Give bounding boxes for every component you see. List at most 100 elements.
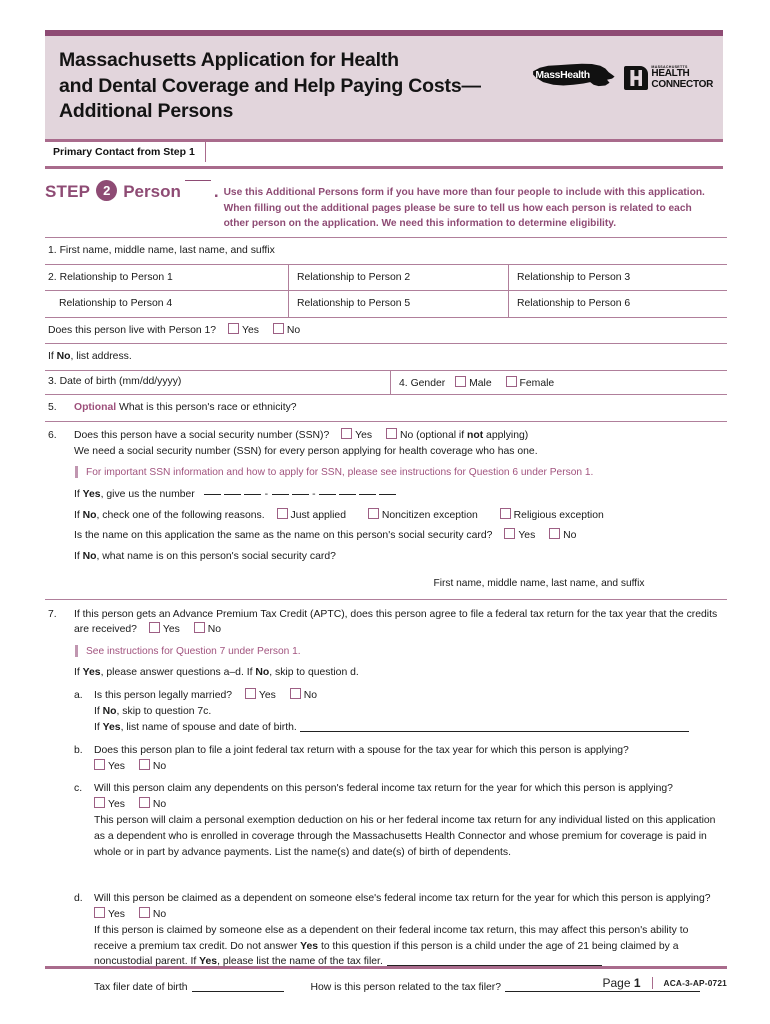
married-yes-option[interactable]: Yes — [243, 688, 276, 704]
question-5-row[interactable]: 5. Optional What is this person's race o… — [45, 395, 727, 422]
dependents-list-input[interactable] — [94, 860, 724, 874]
claimed-dependent-no-label: No — [152, 909, 167, 921]
ssn-digit[interactable] — [271, 493, 289, 495]
dependents-yes-option[interactable]: Yes — [94, 797, 125, 813]
relationship-person-6-label: Relationship to Person 6 — [517, 298, 631, 310]
live-with-no-option[interactable]: No — [271, 322, 300, 339]
joint-return-yes-checkbox[interactable] — [94, 758, 105, 770]
step-period: . — [213, 182, 219, 201]
married-no-option[interactable]: No — [288, 688, 317, 704]
ssn-same-name-no-checkbox[interactable] — [549, 528, 561, 540]
ssn-no-option[interactable]: No (optional if not applying) — [384, 427, 528, 444]
ssn-if-yes-row: If Yes, give us the number -- — [74, 487, 724, 503]
claimed-dependent-detail: If this person is claimed by someone els… — [94, 923, 724, 970]
ssn-same-name-yes-option[interactable]: Yes — [502, 528, 535, 544]
ssn-if-no-row: If No, check one of the following reason… — [74, 507, 724, 524]
relationship-person-6-cell[interactable]: Relationship to Person 6 — [508, 291, 727, 317]
question-1-row[interactable]: 1. First name, middle name, last name, a… — [45, 237, 727, 265]
date-of-birth-cell[interactable]: 3. Date of birth (mm/dd/yyyy) — [45, 371, 390, 394]
aptc-yes-checkbox[interactable] — [148, 622, 160, 634]
gender-male-checkbox[interactable] — [455, 376, 467, 388]
relationship-person-5-cell[interactable]: Relationship to Person 5 — [288, 291, 508, 317]
live-with-yes-label: Yes — [241, 324, 259, 336]
ssn-yes-checkbox[interactable] — [341, 427, 353, 439]
dependents-detail: This person will claim a personal exempt… — [94, 814, 716, 858]
ssn-reason-just-applied-checkbox[interactable] — [276, 507, 288, 519]
question-5-number: 5. — [48, 402, 57, 414]
ssn-digit[interactable] — [339, 493, 357, 495]
tax-filer-relation-input[interactable] — [505, 991, 701, 993]
ssn-number-input[interactable]: -- — [203, 487, 398, 503]
ssn-same-name-no-option[interactable]: No — [547, 528, 576, 544]
relationship-person-2-cell[interactable]: Relationship to Person 2 — [288, 264, 508, 291]
masshealth-logo-text: MassHealth — [535, 69, 590, 81]
married-yes-checkbox[interactable] — [244, 688, 256, 700]
ssn-digit[interactable] — [224, 493, 242, 495]
aptc-yes-option[interactable]: Yes — [147, 622, 180, 638]
ssn-same-name-yes-checkbox[interactable] — [504, 528, 516, 540]
ssn-reason-noncitizen-option[interactable]: Noncitizen exception — [366, 507, 478, 524]
dependents-yes-checkbox[interactable] — [94, 797, 105, 809]
question-1-number: 1. — [48, 245, 57, 256]
question-7c-letter: c. — [74, 783, 83, 795]
question-4-number: 4. — [399, 378, 408, 390]
live-with-person-1-row: Does this person live with Person 1? Yes… — [45, 318, 727, 345]
joint-return-no-checkbox[interactable] — [138, 758, 150, 770]
person-number-input[interactable] — [184, 180, 211, 181]
ssn-digit[interactable] — [379, 493, 397, 495]
aptc-question: If this person gets an Advance Premium T… — [74, 607, 724, 639]
married-no-checkbox[interactable] — [289, 688, 301, 700]
ssn-subtext: We need a social security number (SSN) f… — [74, 445, 538, 457]
married-yes-label: Yes — [258, 690, 276, 702]
claimed-dependent-yes-checkbox[interactable] — [94, 907, 105, 919]
tax-filer-dob-input[interactable] — [191, 991, 284, 993]
gender-male-option[interactable]: Male — [453, 376, 492, 389]
ssn-if-yes-label: If Yes, give us the number — [74, 488, 195, 500]
relationship-person-2-label: Relationship to Person 2 — [297, 271, 411, 283]
ssn-digit[interactable] — [319, 493, 337, 495]
live-with-no-checkbox[interactable] — [272, 322, 284, 334]
header-band: Massachusetts Application for Health and… — [45, 36, 723, 140]
person-label: Person — [123, 182, 181, 201]
relationship-person-4-cell[interactable]: Relationship to Person 4 — [45, 291, 288, 317]
joint-return-no-option[interactable]: No — [137, 758, 166, 775]
claimed-dependent-no-option[interactable]: No — [137, 907, 166, 923]
question-5-label: What is this person's race or ethnicity? — [119, 402, 297, 414]
spouse-name-dob-input[interactable] — [299, 730, 689, 732]
joint-return-question: Does this person plan to file a joint fe… — [94, 744, 629, 756]
address-row[interactable]: If No, list address. — [45, 344, 727, 372]
aptc-no-option[interactable]: No — [192, 622, 221, 638]
relationship-person-1-cell[interactable]: 2. Relationship to Person 1 — [45, 265, 288, 291]
dependents-no-option[interactable]: No — [137, 797, 166, 813]
ssn-digit[interactable] — [244, 493, 262, 495]
masshealth-logo: MassHealth — [531, 60, 615, 96]
primary-contact-label: Primary Contact from Step 1 — [45, 142, 206, 163]
ssn-digit[interactable] — [291, 493, 309, 495]
primary-contact-row[interactable]: Primary Contact from Step 1 — [45, 142, 723, 166]
gender-cell: 4. Gender Male Female — [390, 371, 727, 395]
claimed-dependent-no-checkbox[interactable] — [138, 907, 150, 919]
live-with-yes-checkbox[interactable] — [227, 322, 239, 334]
ssn-reason-noncitizen-checkbox[interactable] — [367, 507, 379, 519]
primary-contact-bottom-rule — [45, 166, 723, 170]
step-number-badge: 2 — [96, 180, 118, 201]
gender-male-label: Male — [469, 378, 492, 390]
ssn-digit[interactable] — [204, 493, 222, 495]
married-no-label: No — [303, 690, 318, 702]
ssn-digit[interactable] — [359, 493, 377, 495]
relationship-person-3-cell[interactable]: Relationship to Person 3 — [508, 264, 727, 291]
gender-female-checkbox[interactable] — [505, 376, 517, 388]
ssn-same-name-no-label: No — [563, 530, 577, 542]
live-with-yes-option[interactable]: Yes — [226, 322, 259, 339]
ssn-no-checkbox[interactable] — [386, 427, 397, 439]
aptc-no-checkbox[interactable] — [193, 622, 205, 634]
ssn-reason-just-applied-option[interactable]: Just applied — [275, 507, 346, 524]
gender-female-option[interactable]: Female — [504, 376, 554, 389]
ssn-reason-religious-checkbox[interactable] — [499, 507, 511, 519]
question-5-optional-tag: Optional — [74, 402, 117, 414]
ssn-reason-religious-option[interactable]: Religious exception — [498, 507, 604, 524]
claimed-dependent-yes-option[interactable]: Yes — [94, 907, 125, 923]
ssn-yes-option[interactable]: Yes — [339, 427, 372, 444]
joint-return-yes-option[interactable]: Yes — [94, 758, 125, 775]
dependents-no-checkbox[interactable] — [138, 797, 150, 809]
